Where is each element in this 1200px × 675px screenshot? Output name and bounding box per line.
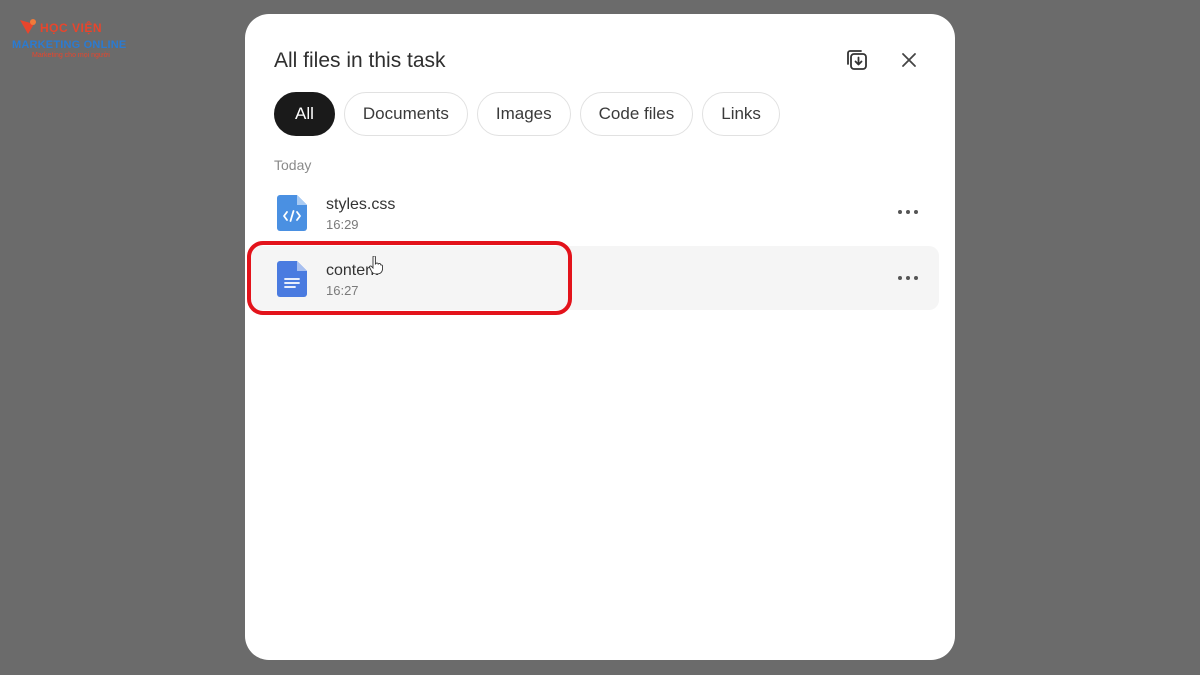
files-modal: All files in this task All Documents Ima… <box>245 14 955 660</box>
more-options-button[interactable] <box>894 264 922 292</box>
modal-title: All files in this task <box>274 49 446 72</box>
download-all-icon <box>847 50 867 70</box>
document-file-icon <box>277 261 307 297</box>
filter-tabs: All Documents Images Code files Links <box>274 92 780 136</box>
file-name: content <box>326 262 379 279</box>
tab-documents[interactable]: Documents <box>343 92 468 136</box>
tab-images[interactable]: Images <box>476 92 571 136</box>
close-icon <box>902 53 916 67</box>
close-button[interactable] <box>893 44 925 76</box>
logo-line3: Marketing cho mọi người <box>32 52 110 59</box>
tab-code-files[interactable]: Code files <box>579 92 694 136</box>
download-all-button[interactable] <box>841 44 873 76</box>
tab-links[interactable]: Links <box>702 92 780 136</box>
file-row-content[interactable]: content 16:27 <box>249 246 939 310</box>
file-time: 16:29 <box>326 217 359 232</box>
tab-all[interactable]: All <box>274 92 335 136</box>
more-options-button[interactable] <box>894 198 922 226</box>
watermark-logo: HỌC VIỆN MARKETING ONLINE Marketing cho … <box>12 18 127 64</box>
more-horizontal-icon <box>898 276 918 280</box>
more-horizontal-icon <box>898 210 918 214</box>
file-row-styles-css[interactable]: styles.css 16:29 <box>249 180 939 244</box>
logo-line1: HỌC VIỆN <box>40 21 103 35</box>
file-name: styles.css <box>326 196 396 213</box>
code-file-icon <box>277 195 307 231</box>
logo-mark-icon <box>20 19 36 34</box>
logo-line2: MARKETING ONLINE <box>12 39 127 51</box>
file-time: 16:27 <box>326 283 359 298</box>
section-label-today: Today <box>274 157 312 173</box>
